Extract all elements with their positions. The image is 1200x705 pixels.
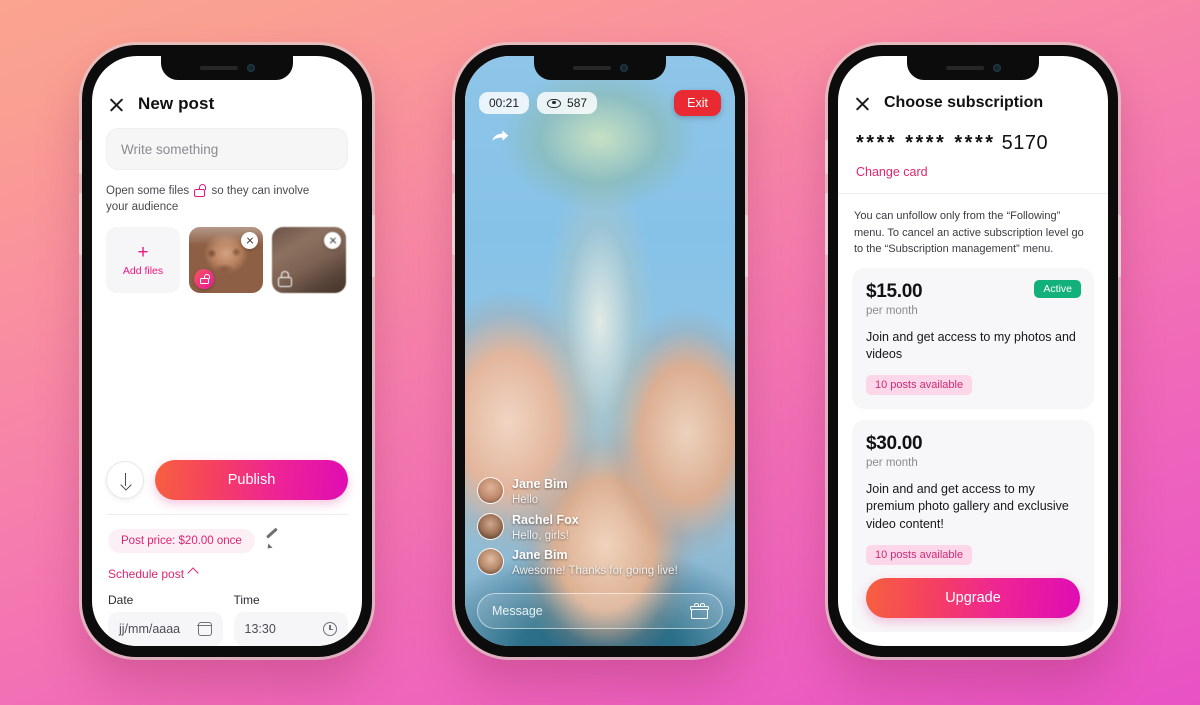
screen-choose-subscription: Choose subscription **** **** **** 5170 … (838, 56, 1108, 646)
avatar (477, 477, 504, 505)
remove-attachment-icon[interactable] (241, 231, 258, 249)
composer-placeholder: Write something (121, 141, 219, 157)
message-placeholder: Message (492, 604, 543, 618)
plan-posts-badge: 10 posts available (866, 544, 973, 565)
phone-side-button-right (745, 215, 748, 277)
screen-new-post: New post Write something Open some files… (92, 56, 362, 646)
exit-button[interactable]: Exit (674, 90, 721, 116)
lock-icon (278, 270, 292, 287)
change-card-link[interactable]: Change card (856, 165, 1092, 179)
calendar-icon[interactable] (197, 622, 212, 636)
status-badge: Active (1034, 279, 1081, 298)
plan-period: per month (866, 304, 918, 317)
unlock-badge-icon[interactable] (194, 268, 214, 289)
earpiece-speaker (572, 66, 611, 70)
close-icon[interactable] (854, 95, 871, 112)
publish-button[interactable]: Publish (155, 460, 348, 500)
phone-mockup-new-post: New post Write something Open some files… (79, 45, 375, 657)
chat-author: Rachel Fox (512, 512, 579, 527)
phone-notch (907, 56, 1039, 80)
new-post-actions: Publish (106, 448, 348, 515)
plan-price: $30.00 (866, 433, 923, 454)
files-hint: Open some files so they can involve your… (106, 183, 318, 216)
front-camera-icon (992, 64, 1001, 72)
phone-notch (534, 56, 666, 80)
chat-text: Hello, girls! (512, 529, 569, 542)
share-icon[interactable] (491, 130, 509, 144)
viewer-count-value: 587 (567, 96, 588, 110)
add-files-button[interactable]: + Add files (106, 226, 180, 293)
phone-mockup-subscription: Choose subscription **** **** **** 5170 … (825, 45, 1121, 657)
composer-input[interactable]: Write something (106, 128, 348, 170)
subscription-plan-list: Active $15.00 per month Join and get acc… (838, 258, 1108, 647)
unlock-icon (194, 184, 207, 197)
live-timer-value: 00:21 (489, 96, 520, 110)
download-arrow-icon (119, 472, 132, 488)
edit-price-icon[interactable] (266, 534, 281, 549)
date-input[interactable]: jj/mm/aaaa (108, 612, 223, 646)
card-last-four: 5170 (1001, 132, 1049, 154)
chat-author: Jane Bim (512, 477, 568, 492)
attachment-thumbnail[interactable] (189, 226, 263, 293)
date-value: jj/mm/aaaa (119, 622, 181, 636)
attachment-thumbnail[interactable] (272, 226, 346, 293)
plan-posts-badge: 10 posts available (866, 375, 973, 395)
subscription-plan-card[interactable]: Active $15.00 per month Join and get acc… (852, 267, 1094, 409)
chat-author: Jane Bim (512, 548, 568, 563)
close-icon[interactable] (108, 96, 125, 113)
schedule-post-toggle[interactable]: Schedule post (106, 553, 348, 581)
attachments-row: + Add files (106, 226, 348, 293)
upgrade-button[interactable]: Upgrade (866, 577, 1080, 618)
avatar (477, 512, 504, 540)
post-price-pill[interactable]: Post price: $20.00 once (108, 529, 255, 553)
gift-icon[interactable] (690, 603, 709, 619)
viewer-count-chip: 587 (537, 92, 598, 114)
phone-side-button-right (372, 215, 375, 277)
schedule-fields: Date jj/mm/aaaa Time 13:30 (106, 581, 348, 646)
schedule-post-label: Schedule post (108, 567, 185, 581)
live-chat-list: Jane Bim Hello Rachel Fox Hello, girls! … (477, 477, 723, 584)
subscription-plan-card[interactable]: $30.00 per month Join and and get access… (852, 420, 1094, 632)
phone-notch (161, 56, 293, 80)
date-label: Date (108, 593, 134, 607)
live-timer-chip: 00:21 (479, 92, 530, 114)
phone-side-button-right (1118, 215, 1121, 277)
earpiece-speaker (199, 66, 238, 70)
phone-mockup-live-stream: 00:21 587 Exit Jane Bim Hello Rachel Fox… (452, 45, 748, 657)
chat-message: Rachel Fox Hello, girls! (477, 512, 723, 544)
front-camera-icon (619, 64, 628, 72)
chat-text: Awesome! Thanks for going live! (512, 565, 678, 578)
time-label: Time (233, 593, 260, 607)
remove-attachment-icon[interactable] (324, 231, 341, 249)
time-value: 13:30 (244, 622, 276, 636)
subscription-note: You can unfollow only from the “Followin… (854, 210, 1084, 255)
plan-description: Join and and get access to my premium ph… (866, 482, 1069, 531)
live-top-bar: 00:21 587 Exit (465, 90, 735, 116)
plan-description: Join and get access to my photos and vid… (866, 329, 1076, 361)
card-masked-digits: **** **** **** (856, 132, 996, 154)
screen-live-stream: 00:21 587 Exit Jane Bim Hello Rachel Fox… (465, 56, 735, 646)
subscription-header: Choose subscription (854, 94, 1092, 112)
add-files-label: Add files (122, 264, 164, 277)
files-hint-before: Open some files (106, 185, 190, 197)
card-number: **** **** **** 5170 (856, 132, 1092, 155)
page-title: New post (138, 94, 215, 113)
chat-message: Jane Bim Awesome! Thanks for going live! (477, 548, 723, 579)
save-draft-button[interactable] (106, 461, 144, 499)
earpiece-speaker (945, 66, 984, 70)
post-price-row: Post price: $20.00 once (106, 515, 348, 553)
chevron-up-icon (187, 567, 199, 579)
time-input[interactable]: 13:30 (233, 612, 348, 646)
chat-message: Jane Bim Hello (477, 477, 723, 508)
avatar (477, 548, 504, 576)
front-camera-icon (246, 64, 255, 72)
plan-period: per month (866, 457, 918, 469)
plus-icon: + (137, 241, 149, 263)
eye-icon (547, 98, 562, 108)
page-title: Choose subscription (884, 94, 1044, 111)
chat-text: Hello (512, 493, 539, 506)
message-input-bar[interactable]: Message (477, 593, 723, 629)
clock-icon[interactable] (323, 622, 337, 636)
